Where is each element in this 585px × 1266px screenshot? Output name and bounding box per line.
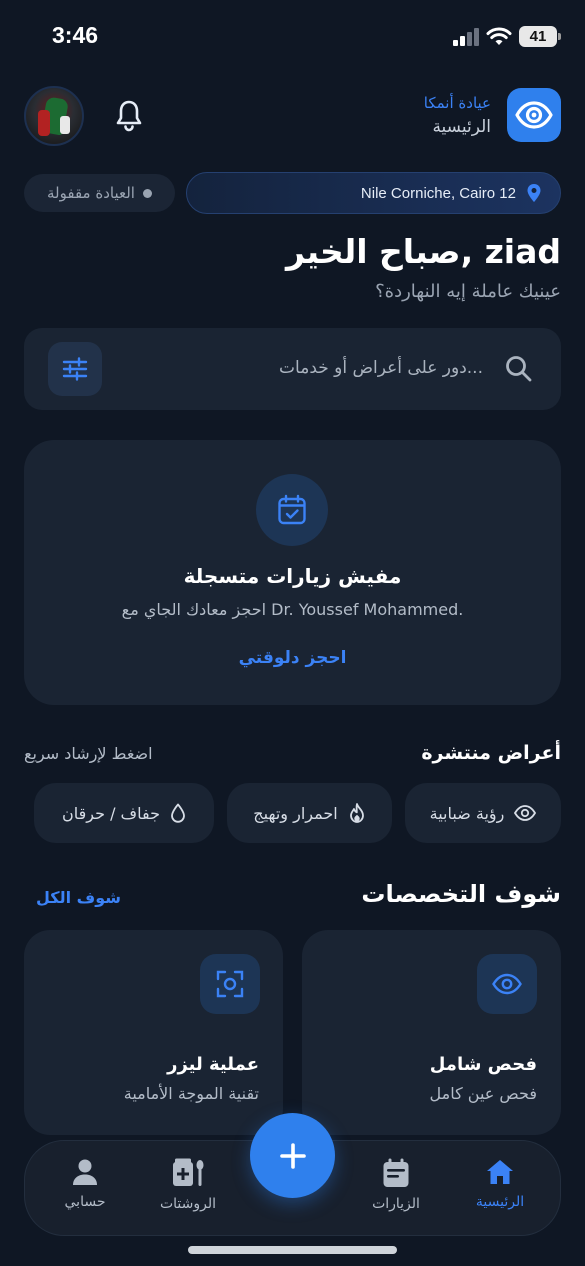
focus-icon <box>216 970 244 998</box>
page-title: الرئيسية <box>432 117 491 137</box>
specialty-name: فحص شامل <box>429 1054 537 1075</box>
bell-icon[interactable] <box>114 98 144 132</box>
empty-state-title: مفيش زيارات متسجلة <box>183 564 402 588</box>
symptoms-section-title: أعراض منتشرة <box>421 742 561 764</box>
nav-item-home[interactable]: الرئيسية <box>455 1158 545 1210</box>
clinic-status-badge: العيادة مقفولة <box>24 174 175 212</box>
location-pin-icon <box>527 184 541 202</box>
avatar[interactable] <box>24 86 84 146</box>
nav-item-prescriptions[interactable]: الروشتات <box>143 1158 233 1212</box>
flame-icon <box>349 803 364 823</box>
greeting-title: صباح الخير, ziad <box>286 232 561 271</box>
cellular-signal-icon <box>453 28 480 46</box>
calendar-list-icon <box>383 1158 409 1187</box>
user-icon <box>73 1159 97 1185</box>
nav-item-visits[interactable]: الزيارات <box>351 1158 441 1212</box>
eye-icon <box>514 805 537 821</box>
eye-icon <box>515 101 553 129</box>
clinic-name: عيادة أنمكا <box>423 94 491 112</box>
eye-icon <box>492 973 522 995</box>
specialty-icon-badge <box>477 954 537 1014</box>
home-icon <box>487 1160 513 1184</box>
symptom-label: رؤية ضبابية <box>429 803 505 823</box>
clinic-logo <box>507 88 561 142</box>
location-selector[interactable]: Nile Corniche, Cairo 12 <box>186 172 561 214</box>
symptom-label: جفاف / حرقان <box>62 803 160 823</box>
search-placeholder: دور على أعراض أو خدمات... <box>279 358 483 378</box>
quick-guide-hint: اضغط لإرشاد سريع <box>24 744 153 763</box>
status-dot-icon <box>142 188 152 198</box>
symptom-chip-dryness[interactable]: جفاف / حرقان <box>34 783 214 843</box>
prescription-icon <box>173 1158 204 1186</box>
book-now-link[interactable]: احجز دلوقتي <box>24 648 561 668</box>
nav-label: حسابي <box>64 1194 106 1210</box>
empty-state-subtitle: احجز معادك الجاي مع Dr. Youssef Mohammed… <box>121 600 464 619</box>
nav-label: الروشتات <box>159 1196 217 1212</box>
status-time: 3:46 <box>52 22 99 48</box>
droplet-icon <box>171 803 185 823</box>
specialty-icon-badge <box>200 954 260 1014</box>
home-indicator <box>188 1246 397 1254</box>
plus-icon <box>279 1142 306 1169</box>
see-all-link[interactable]: شوف الكل <box>36 888 121 907</box>
specialties-section-title: شوف التخصصات <box>361 880 561 908</box>
greeting-subtitle: عينيك عاملة إيه النهاردة؟ <box>375 281 561 302</box>
specialty-name: عملية ليزر <box>167 1054 259 1075</box>
battery-indicator: 41 <box>519 26 561 47</box>
specialty-description: فحص عين كامل <box>429 1084 537 1103</box>
nav-label: الزيارات <box>372 1196 420 1212</box>
nav-item-account[interactable]: حسابي <box>40 1158 130 1210</box>
filter-button[interactable] <box>48 342 102 396</box>
location-address: Nile Corniche, Cairo 12 <box>360 184 516 202</box>
wifi-icon <box>486 27 512 45</box>
add-button[interactable] <box>250 1113 335 1198</box>
nav-label: الرئيسية <box>475 1194 525 1210</box>
symptom-chip-redness[interactable]: احمرار وتهيج <box>227 783 392 843</box>
symptom-chip-blurry-vision[interactable]: رؤية ضبابية <box>405 783 561 843</box>
symptom-label: احمرار وتهيج <box>253 803 338 823</box>
calendar-badge <box>256 474 328 546</box>
sliders-icon <box>62 357 88 381</box>
specialty-description: تقنية الموجة الأمامية <box>123 1084 259 1103</box>
clinic-status-label: العيادة مقفولة <box>47 184 135 202</box>
search-icon <box>506 356 532 382</box>
calendar-check-icon <box>278 494 306 525</box>
